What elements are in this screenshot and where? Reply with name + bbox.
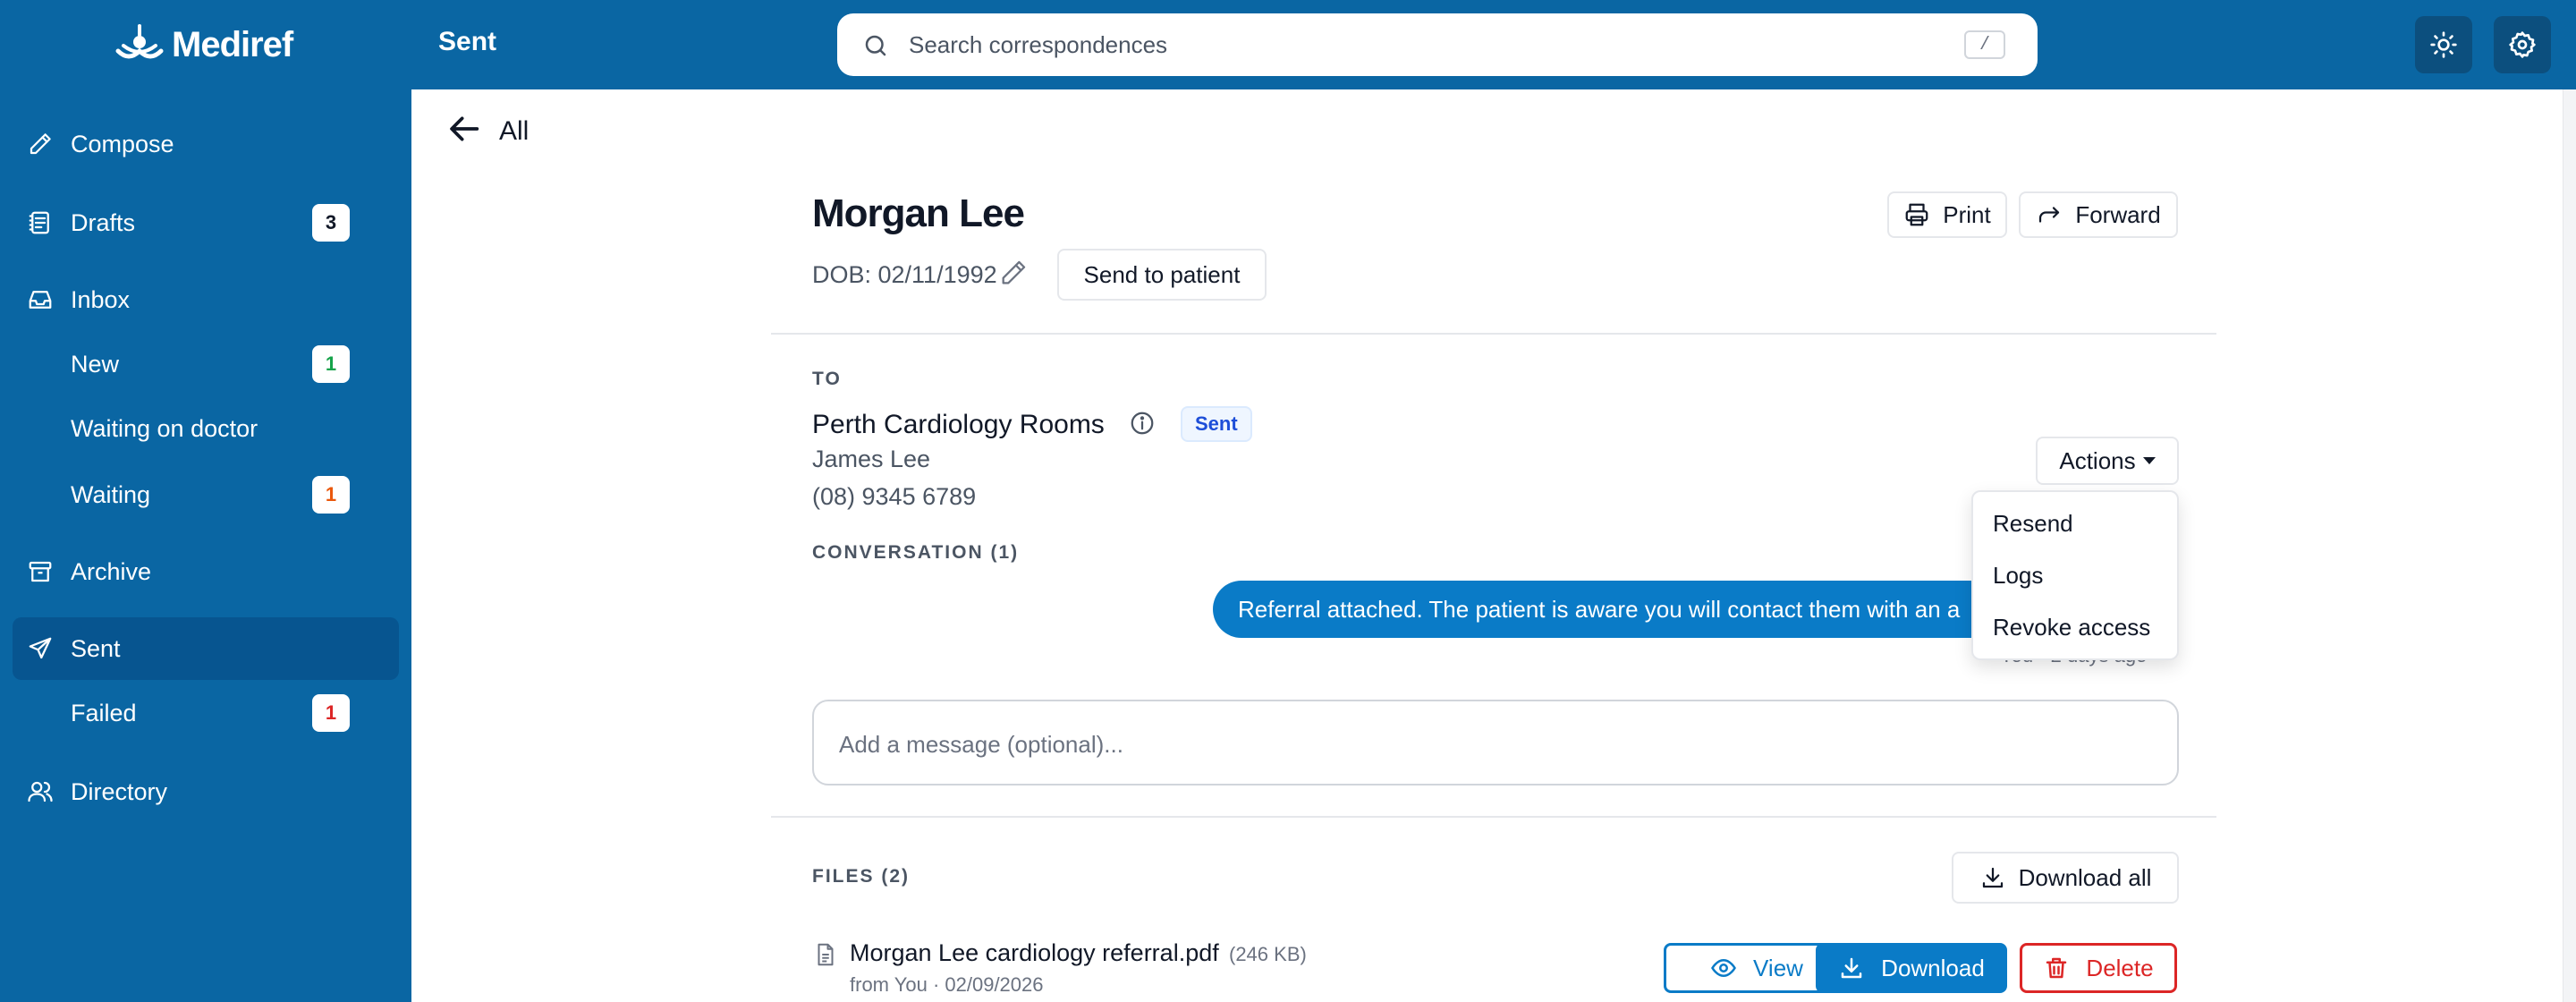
- settings-button[interactable]: [2494, 16, 2551, 73]
- sidebar-item-label: Directory: [71, 777, 168, 805]
- message-input[interactable]: [839, 726, 2145, 762]
- archive-icon: [25, 556, 55, 587]
- search-shortcut-hint: /: [1964, 30, 2005, 59]
- download-icon: [1841, 957, 1862, 979]
- section-divider: [771, 333, 2216, 335]
- file-size: (246 KB): [1229, 943, 1307, 965]
- patient-name: Morgan Lee: [812, 191, 1025, 235]
- users-icon: [25, 777, 55, 807]
- download-icon: [1982, 867, 2003, 888]
- menu-item-revoke-access[interactable]: Revoke access: [1993, 614, 2150, 641]
- download-file-button[interactable]: Download: [1816, 943, 2007, 993]
- theme-toggle-button[interactable]: [2415, 16, 2472, 73]
- new-count-badge: 1: [312, 345, 350, 383]
- sidebar-item-inbox[interactable]: Inbox: [13, 268, 399, 331]
- send-icon: [25, 633, 55, 664]
- menu-item-resend[interactable]: Resend: [1993, 510, 2073, 538]
- search-bar[interactable]: /: [837, 13, 2038, 76]
- sidebar-item-new[interactable]: New 1: [13, 333, 399, 395]
- actions-menu: Resend Logs Revoke access: [1971, 490, 2179, 660]
- file-icon: [818, 943, 834, 966]
- sidebar-item-label: Inbox: [71, 285, 131, 313]
- files-section-label: FILES (2): [812, 866, 911, 887]
- sidebar-item-failed[interactable]: Failed 1: [13, 682, 399, 744]
- send-to-patient-button[interactable]: Send to patient: [1057, 249, 1267, 301]
- printer-icon: [1905, 203, 1928, 226]
- trash-icon: [2046, 957, 2067, 979]
- file-meta: from You · 02/09/2026: [850, 973, 1044, 996]
- sidebar-item-drafts[interactable]: Drafts 3: [13, 191, 399, 254]
- download-all-button[interactable]: Download all: [1952, 852, 2179, 904]
- sidebar-item-label: Compose: [71, 130, 174, 157]
- failed-count-badge: 1: [312, 694, 350, 732]
- forward-button-label: Forward: [2075, 200, 2161, 228]
- delete-file-button[interactable]: Delete: [2020, 943, 2177, 993]
- recipient-name: Perth Cardiology Rooms: [812, 410, 1105, 439]
- message-input-box[interactable]: [812, 700, 2179, 785]
- sidebar-item-label: Drafts: [71, 208, 136, 236]
- sidebar-item-label: Failed: [71, 699, 137, 726]
- download-all-label: Download all: [2018, 863, 2152, 891]
- sidebar-item-directory[interactable]: Directory: [13, 760, 399, 823]
- pencil-icon: [25, 129, 55, 159]
- main-content: All Morgan Lee DOB: 02/11/1992 Send to p…: [411, 89, 2563, 1002]
- inbox-icon: [25, 284, 55, 315]
- actions-button-label: Actions: [2059, 446, 2136, 474]
- gear-icon: [2509, 31, 2536, 58]
- menu-item-logs[interactable]: Logs: [1993, 562, 2043, 590]
- status-badge: Sent: [1181, 406, 1252, 442]
- back-link[interactable]: All: [447, 111, 529, 147]
- sun-icon: [2430, 31, 2457, 58]
- sidebar-item-label: Waiting: [71, 480, 151, 508]
- app-name: Mediref: [172, 24, 293, 64]
- patient-dob: DOB: 02/11/1992: [812, 261, 997, 288]
- eye-icon: [1711, 958, 1736, 978]
- search-input[interactable]: [909, 26, 1893, 64]
- forward-button[interactable]: Forward: [2019, 191, 2178, 238]
- print-button[interactable]: Print: [1887, 191, 2007, 238]
- back-link-label: All: [499, 116, 530, 146]
- drafts-count-badge: 3: [312, 204, 350, 242]
- waiting-count-badge: 1: [312, 476, 350, 514]
- download-button-label: Download: [1881, 954, 1985, 981]
- arrow-left-icon: [450, 116, 479, 141]
- sidebar-item-label: Archive: [71, 557, 152, 585]
- top-bar: Sent /: [411, 0, 2576, 89]
- delete-button-label: Delete: [2086, 954, 2154, 981]
- sidebar-item-compose[interactable]: Compose: [13, 113, 399, 175]
- app-logo[interactable]: Mediref: [114, 18, 293, 72]
- sidebar-item-label: Sent: [71, 634, 121, 662]
- forward-arrow-icon: [2039, 207, 2060, 223]
- recipient-contact: James Lee: [812, 446, 931, 472]
- main-scrollbar[interactable]: [2563, 89, 2576, 1002]
- section-divider: [771, 816, 2216, 818]
- conversation-section-label: CONVERSATION (1): [812, 542, 1020, 563]
- actions-dropdown-button[interactable]: Actions: [2036, 437, 2179, 485]
- sidebar: Mediref Compose Drafts 3 Inbox New 1 Wai…: [0, 0, 411, 1002]
- drafts-icon: [25, 208, 55, 238]
- sidebar-item-label: Waiting on doctor: [71, 414, 258, 442]
- file-name[interactable]: Morgan Lee cardiology referral.pdf: [850, 939, 1219, 967]
- search-icon: [865, 35, 886, 56]
- mediref-logo-icon: [115, 24, 164, 59]
- sidebar-item-label: New: [71, 350, 120, 378]
- sidebar-item-sent[interactable]: Sent: [13, 617, 399, 680]
- print-button-label: Print: [1943, 200, 1991, 228]
- sidebar-item-waiting[interactable]: Waiting 1: [13, 463, 399, 526]
- view-button-label: View: [1753, 954, 1803, 981]
- to-section-label: TO: [812, 369, 842, 389]
- recipient-phone: (08) 9345 6789: [812, 483, 977, 510]
- sidebar-item-archive[interactable]: Archive: [13, 540, 399, 603]
- caret-down-icon: [2142, 457, 2156, 464]
- sidebar-item-waiting-on-doctor[interactable]: Waiting on doctor: [13, 397, 399, 460]
- info-icon[interactable]: [1129, 410, 1156, 437]
- edit-dob-icon[interactable]: [998, 258, 1029, 288]
- page-title: Sent: [438, 27, 497, 56]
